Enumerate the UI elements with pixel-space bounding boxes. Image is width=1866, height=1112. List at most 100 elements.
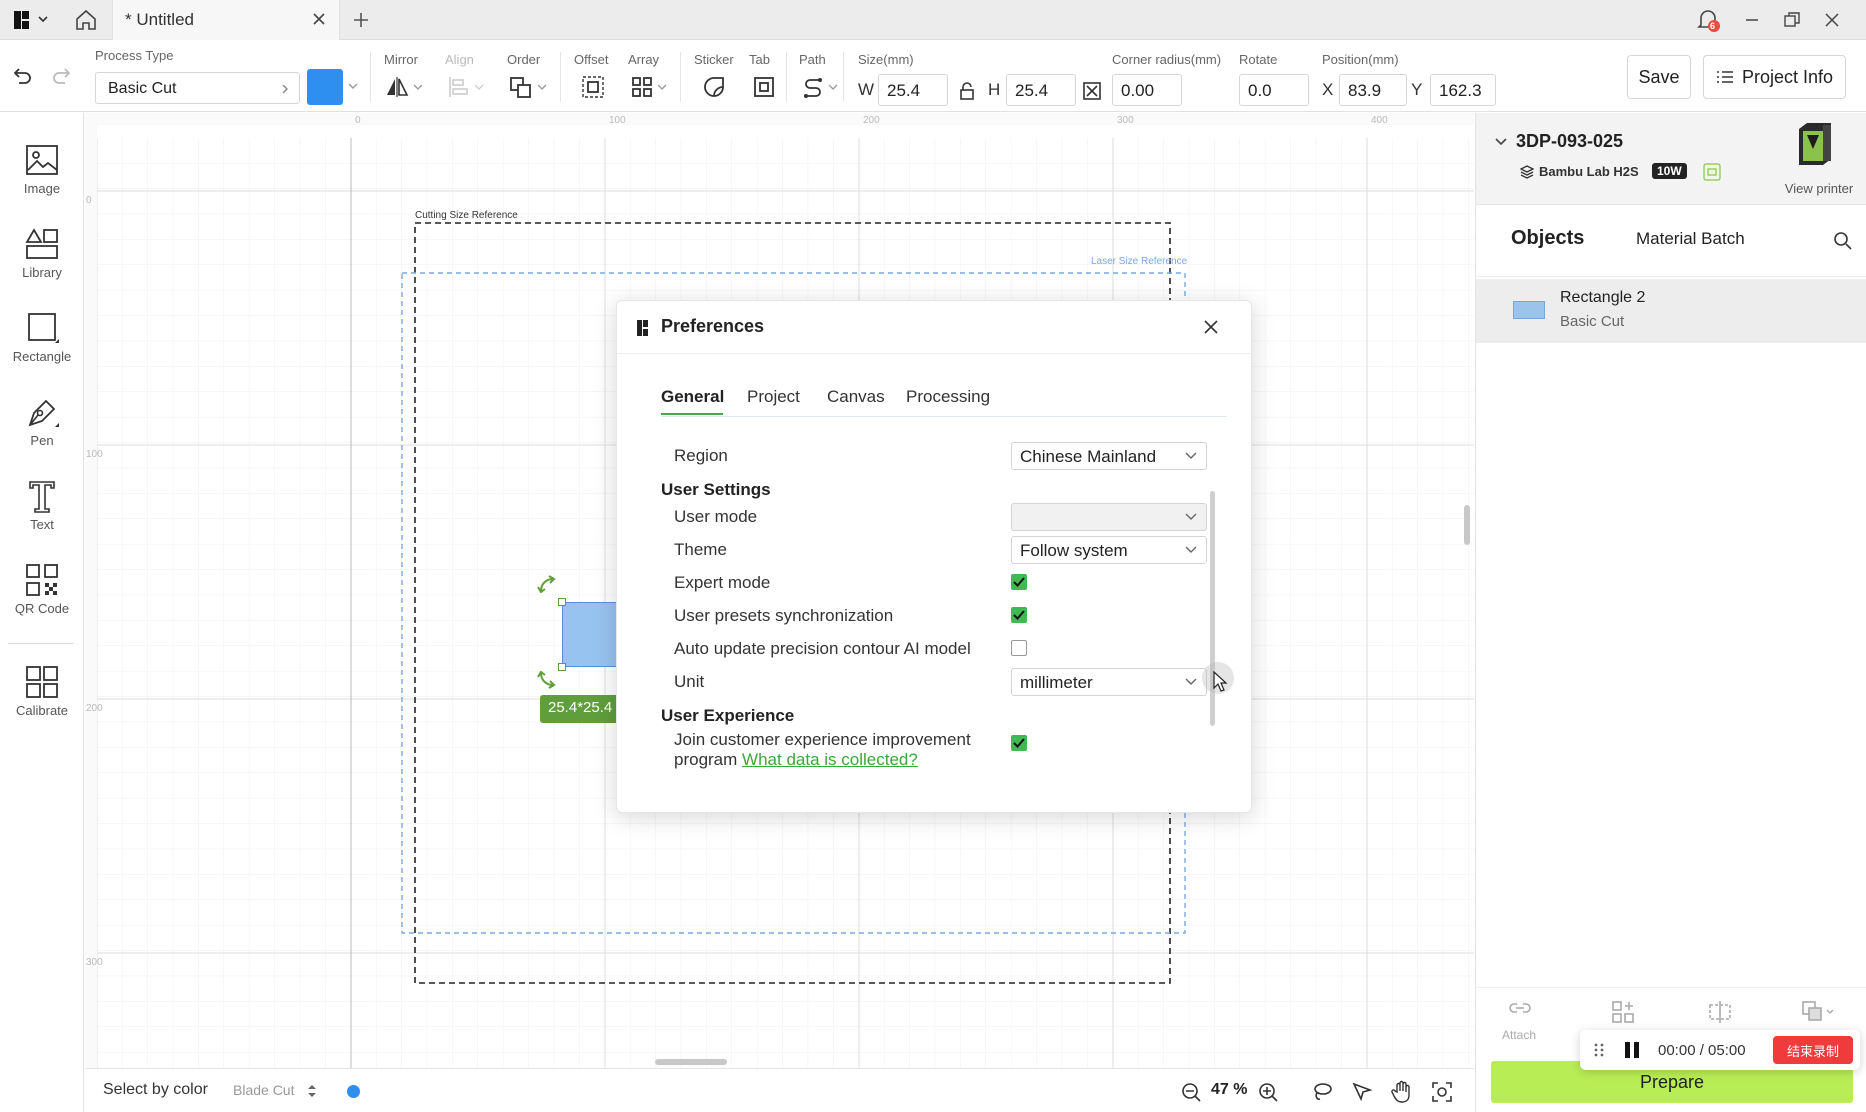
lock-ratio-icon[interactable] — [958, 81, 976, 101]
what-data-link[interactable]: What data is collected? — [742, 750, 918, 769]
tab-general[interactable]: General — [661, 387, 724, 407]
sidebar-item-pen[interactable]: Pen — [0, 395, 84, 448]
link-icon — [1508, 998, 1532, 1018]
notification-bell-icon[interactable]: 6 — [1694, 6, 1722, 34]
redo-icon[interactable] — [50, 62, 74, 90]
tab-material-batch[interactable]: Material Batch — [1636, 229, 1745, 249]
blade-cut-select[interactable]: Blade Cut — [233, 1082, 323, 1102]
sticker-button[interactable] — [702, 74, 726, 100]
resize-handle[interactable] — [558, 663, 566, 671]
attach-button[interactable]: Attach — [1496, 998, 1542, 1048]
order-button[interactable] — [508, 74, 547, 100]
close-tab-icon[interactable] — [311, 11, 327, 27]
vertical-scrollbar[interactable] — [1464, 505, 1470, 545]
zoom-in-icon[interactable] — [1257, 1081, 1279, 1103]
theme-select[interactable]: Follow system — [1011, 536, 1207, 564]
size-badge: 25.4*25.4 — [540, 695, 621, 723]
printer-name[interactable]: 3DP-093-025 — [1516, 131, 1623, 152]
sidebar-item-library[interactable]: Library — [0, 227, 84, 280]
selected-color-dot[interactable] — [347, 1085, 360, 1098]
color-chevron-down-icon[interactable] — [347, 82, 359, 90]
tab-icon — [752, 75, 776, 99]
calibrate-icon — [24, 665, 60, 699]
height-input[interactable]: 25.4 — [1006, 74, 1076, 106]
sidebar-item-qr-code[interactable]: QR Code — [0, 563, 84, 616]
drag-handle-icon[interactable] — [1594, 1043, 1604, 1057]
join-program-checkbox[interactable] — [1011, 735, 1027, 751]
position-y-input[interactable]: 162.3 — [1430, 74, 1496, 106]
select-arrow-icon[interactable] — [1351, 1081, 1373, 1103]
unit-select[interactable]: millimeter — [1011, 668, 1207, 696]
rotate-handle-icon[interactable] — [537, 575, 559, 595]
sidebar-item-image[interactable]: Image — [0, 143, 84, 196]
rotate-input[interactable]: 0.0 — [1239, 74, 1309, 106]
printer-chevron-down-icon[interactable] — [1494, 137, 1508, 147]
view-printer-button[interactable]: View printer — [1771, 113, 1866, 205]
layers-icon — [1520, 165, 1534, 179]
region-select[interactable]: Chinese Mainland — [1011, 442, 1207, 470]
restore-icon[interactable] — [1782, 6, 1802, 34]
app-logo-icon[interactable] — [12, 6, 48, 34]
library-icon — [24, 227, 60, 261]
fit-size-icon[interactable] — [1082, 81, 1102, 101]
new-tab-icon[interactable] — [350, 6, 372, 34]
focus-view-icon[interactable] — [1431, 1081, 1453, 1103]
process-color-swatch[interactable] — [307, 69, 343, 105]
tab-button[interactable] — [752, 74, 776, 100]
attach-label: Attach — [1501, 1028, 1537, 1042]
tab-label: Tab — [749, 52, 770, 67]
width-input[interactable]: 25.4 — [878, 74, 948, 106]
chevron-down-icon — [1184, 512, 1198, 521]
array-button[interactable] — [630, 74, 667, 100]
zoom-out-icon[interactable] — [1180, 1081, 1202, 1103]
pause-icon[interactable] — [1624, 1041, 1640, 1059]
unit-value: millimeter — [1020, 673, 1093, 692]
image-icon — [24, 143, 60, 177]
group-add-icon[interactable] — [1611, 1000, 1635, 1024]
undo-icon[interactable] — [10, 62, 34, 90]
process-type-select[interactable]: Basic Cut — [95, 72, 300, 104]
document-tab[interactable]: * Untitled — [112, 0, 340, 40]
tab-processing[interactable]: Processing — [906, 387, 990, 407]
tab-project[interactable]: Project — [747, 387, 800, 407]
object-list-item[interactable]: Rectangle 2 Basic Cut — [1476, 279, 1866, 343]
user-experience-heading: User Experience — [661, 706, 795, 725]
rotate-handle-icon[interactable] — [537, 669, 559, 689]
search-icon[interactable] — [1833, 231, 1853, 251]
horizontal-scrollbar[interactable] — [655, 1059, 727, 1065]
corner-radius-input[interactable]: 0.00 — [1112, 74, 1182, 106]
sidebar-item-text[interactable]: Text — [0, 479, 84, 532]
mouse-cursor-icon — [1200, 660, 1240, 700]
project-info-button[interactable]: Project Info — [1703, 55, 1846, 99]
mirror-button[interactable] — [384, 74, 423, 100]
hand-pan-icon[interactable] — [1391, 1080, 1413, 1104]
blade-cut-value: Blade Cut — [233, 1082, 295, 1098]
user-mode-select[interactable] — [1011, 503, 1207, 531]
sidebar-item-rectangle[interactable]: Rectangle — [0, 311, 84, 364]
recording-controls: 00:00 / 05:00 结束录制 — [1580, 1030, 1860, 1070]
selected-rectangle[interactable] — [562, 602, 617, 667]
offset-button[interactable] — [580, 74, 606, 100]
pen-icon — [24, 395, 60, 429]
stop-recording-button[interactable]: 结束录制 — [1773, 1036, 1853, 1064]
home-icon[interactable] — [74, 6, 98, 34]
sidebar-item-calibrate[interactable]: Calibrate — [0, 665, 84, 718]
close-window-icon[interactable] — [1822, 6, 1842, 34]
rotate-label: Rotate — [1239, 52, 1278, 67]
lasso-icon[interactable] — [1311, 1081, 1333, 1103]
presets-sync-checkbox[interactable] — [1011, 607, 1027, 623]
tab-canvas[interactable]: Canvas — [827, 387, 885, 407]
expert-mode-checkbox[interactable] — [1011, 574, 1027, 590]
resize-handle[interactable] — [558, 598, 566, 606]
boolean-ops-icon[interactable] — [1801, 1000, 1835, 1024]
tab-objects[interactable]: Objects — [1511, 227, 1584, 250]
minimize-icon[interactable] — [1742, 6, 1762, 34]
dialog-close-icon[interactable] — [1203, 319, 1219, 335]
path-button[interactable] — [801, 74, 838, 100]
position-x-input[interactable]: 83.9 — [1339, 74, 1407, 106]
laser-size-reference-label: Laser Size Reference — [1091, 256, 1188, 267]
split-icon[interactable] — [1708, 1000, 1732, 1024]
auto-update-checkbox[interactable] — [1011, 640, 1027, 656]
save-button[interactable]: Save — [1627, 55, 1691, 99]
align-button[interactable] — [447, 74, 484, 100]
